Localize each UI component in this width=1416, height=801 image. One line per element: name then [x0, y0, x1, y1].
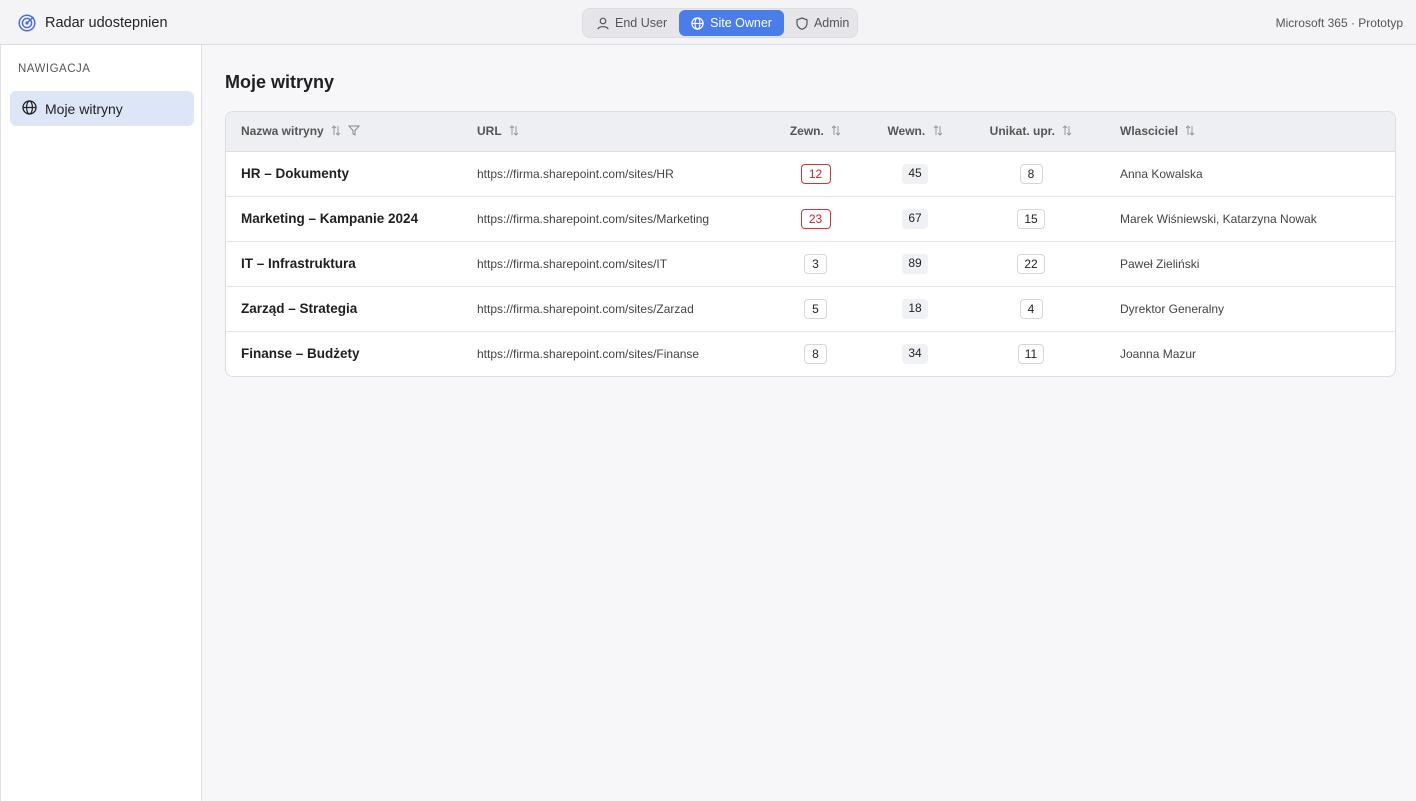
sites-table: Nazwa witryny URL Zewn. Wewn. Unikat. up… — [225, 111, 1396, 377]
column-header-label: Nazwa witryny — [241, 123, 324, 138]
sort-icon[interactable] — [1062, 124, 1072, 139]
internal-count-cell: 45 — [868, 151, 962, 196]
role-end-user-label: End User — [615, 16, 668, 30]
site-name[interactable]: IT – Infrastruktura — [226, 241, 477, 286]
unique-count-badge: 22 — [1017, 253, 1045, 274]
external-count-badge: 12 — [800, 163, 831, 184]
role-admin-label: Admin — [813, 16, 850, 30]
external-count-badge: 3 — [804, 253, 827, 274]
radar-icon — [18, 14, 36, 32]
internal-count-badge: 18 — [902, 298, 928, 319]
column-header-name[interactable]: Nazwa witryny — [226, 112, 477, 152]
site-url[interactable]: https://firma.sharepoint.com/sites/Marke… — [477, 196, 763, 241]
internal-count-badge: 89 — [902, 253, 928, 274]
external-count-badge: 8 — [804, 343, 827, 364]
environment-label: Microsoft 365 · Prototyp — [1275, 16, 1403, 30]
site-owner: Dyrektor Generalny — [1120, 301, 1225, 316]
unique-count-cell: 11 — [962, 331, 1100, 376]
column-header-label: Zewn. — [789, 123, 824, 138]
internal-count-badge: 34 — [902, 343, 928, 364]
internal-count-cell: 89 — [868, 241, 962, 286]
internal-count-cell: 34 — [868, 331, 962, 376]
table-row[interactable]: HR – Dokumenty https://firma.sharepoint.… — [226, 151, 1395, 196]
external-count-badge: 23 — [800, 208, 831, 229]
unique-count-badge: 8 — [1019, 163, 1043, 184]
column-header-unique[interactable]: Unikat. upr. — [962, 112, 1100, 152]
role-switcher: End User Site Owner Admin — [582, 8, 858, 38]
column-header-label: URL — [477, 123, 502, 138]
site-url[interactable]: https://firma.sharepoint.com/sites/HR — [477, 151, 763, 196]
unique-count-cell: 4 — [962, 286, 1100, 331]
filter-icon[interactable] — [348, 125, 361, 139]
site-name[interactable]: Finanse – Budżety — [226, 331, 477, 376]
unique-count-cell: 8 — [962, 151, 1100, 196]
role-end-user-button[interactable]: End User — [585, 10, 679, 36]
external-count-badge: 5 — [804, 298, 827, 319]
site-owner: Paweł Zieliński — [1120, 256, 1200, 271]
person-icon — [597, 17, 609, 30]
column-header-internal[interactable]: Wewn. — [868, 112, 962, 152]
sidebar-item-label: Moje witryny — [45, 100, 123, 117]
internal-count-cell: 67 — [868, 196, 962, 241]
role-site-owner-button[interactable]: Site Owner — [679, 10, 784, 36]
external-count-cell: 12 — [763, 151, 868, 196]
unique-count-cell: 15 — [962, 196, 1100, 241]
site-owner: Anna Kowalska — [1120, 166, 1203, 181]
table-row[interactable]: IT – Infrastruktura https://firma.sharep… — [226, 241, 1395, 286]
table-row[interactable]: Zarząd – Strategia https://firma.sharepo… — [226, 286, 1395, 331]
internal-count-badge: 67 — [902, 208, 928, 229]
site-url[interactable]: https://firma.sharepoint.com/sites/Zarza… — [477, 286, 763, 331]
site-url[interactable]: https://firma.sharepoint.com/sites/Finan… — [477, 331, 763, 376]
role-site-owner-label: Site Owner — [710, 16, 772, 30]
sidebar: NAWIGACJA Moje witryny — [0, 45, 202, 801]
sort-icon[interactable] — [1185, 124, 1195, 139]
site-url[interactable]: https://firma.sharepoint.com/sites/IT — [477, 241, 763, 286]
shield-icon — [796, 16, 808, 30]
table-row[interactable]: Finanse – Budżety https://firma.sharepoi… — [226, 331, 1395, 376]
external-count-cell: 3 — [763, 241, 868, 286]
top-bar: Radar udostepnien End User Site Owner Ad… — [0, 0, 1416, 45]
site-name[interactable]: HR – Dokumenty — [226, 151, 477, 196]
unique-count-badge: 11 — [1017, 343, 1045, 364]
column-header-url[interactable]: URL — [477, 112, 763, 152]
column-header-label: Wewn. — [887, 123, 926, 138]
app-title: Radar udostepnien — [45, 15, 168, 31]
external-count-cell: 23 — [763, 196, 868, 241]
column-header-label: Unikat. upr. — [989, 123, 1055, 138]
unique-count-badge: 15 — [1017, 208, 1045, 229]
table-row[interactable]: Marketing – Kampanie 2024 https://firma.… — [226, 196, 1395, 241]
page-title: Moje witryny — [225, 72, 335, 92]
globe-icon — [22, 99, 37, 118]
sort-icon[interactable] — [509, 124, 519, 139]
nav-heading: NAWIGACJA — [18, 63, 91, 75]
site-owner: Marek Wiśniewski, Katarzyna Nowak — [1120, 211, 1317, 226]
role-admin-button[interactable]: Admin — [784, 10, 861, 36]
internal-count-cell: 18 — [868, 286, 962, 331]
external-count-cell: 5 — [763, 286, 868, 331]
site-owner: Joanna Mazur — [1120, 346, 1197, 361]
column-header-owner[interactable]: Wlasciciel — [1100, 112, 1395, 152]
column-header-label: Wlasciciel — [1120, 123, 1179, 138]
sort-icon[interactable] — [331, 124, 341, 139]
site-name[interactable]: Marketing – Kampanie 2024 — [226, 196, 477, 241]
globe-icon — [691, 16, 704, 30]
unique-count-cell: 22 — [962, 241, 1100, 286]
unique-count-badge: 4 — [1019, 298, 1043, 319]
sidebar-item-my-sites[interactable]: Moje witryny — [10, 91, 194, 126]
external-count-cell: 8 — [763, 331, 868, 376]
app-brand[interactable]: Radar udostepnien — [18, 12, 168, 34]
sort-icon[interactable] — [831, 124, 841, 139]
sort-icon[interactable] — [933, 124, 943, 139]
site-name[interactable]: Zarząd – Strategia — [226, 286, 477, 331]
table-header-row: Nazwa witryny URL Zewn. Wewn. Unikat. up… — [226, 112, 1395, 152]
internal-count-badge: 45 — [902, 163, 928, 184]
column-header-external[interactable]: Zewn. — [763, 112, 868, 152]
